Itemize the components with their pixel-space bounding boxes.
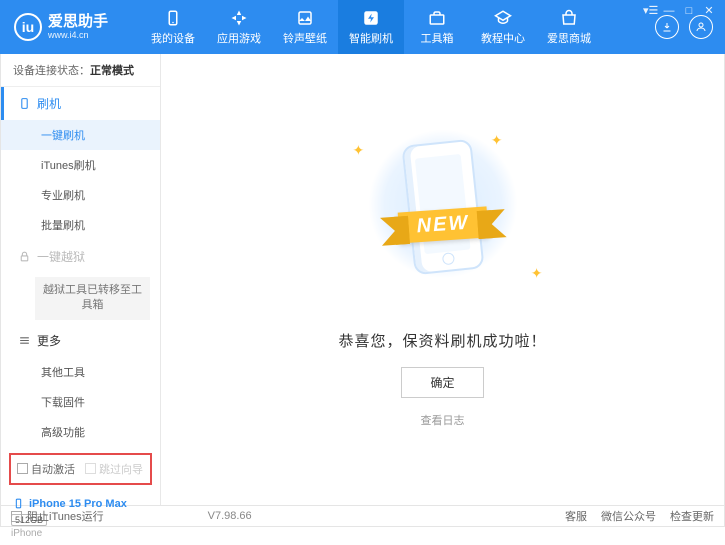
connection-status: 设备连接状态：正常模式	[1, 54, 160, 87]
menu-icon	[17, 333, 31, 347]
close-icon[interactable]: ✕	[703, 6, 715, 18]
logo: iu 爱思助手 www.i4.cn	[0, 13, 140, 41]
lock-icon	[17, 250, 31, 264]
apps-icon	[230, 9, 248, 27]
download-button[interactable]	[655, 15, 679, 39]
jailbreak-moved-notice: 越狱工具已转移至工具箱	[35, 277, 150, 320]
sidebar-item-pro-flash[interactable]: 专业刷机	[1, 180, 160, 210]
shopping-cart-icon[interactable]: ▾☰	[643, 6, 655, 18]
device-type: iPhone	[11, 528, 150, 539]
user-button[interactable]	[689, 15, 713, 39]
app-title: 爱思助手	[48, 14, 108, 29]
sidebar-group-jailbreak: 一键越狱	[1, 240, 160, 273]
sidebar-item-advanced[interactable]: 高级功能	[1, 417, 160, 447]
nav-flash[interactable]: 智能刷机	[338, 0, 404, 54]
device-icon	[164, 9, 182, 27]
toolbox-icon	[428, 9, 446, 27]
ok-button[interactable]: 确定	[401, 367, 483, 398]
skip-guide-checkbox[interactable]: 跳过向导	[85, 461, 143, 477]
nav-tutorials[interactable]: 教程中心	[470, 0, 536, 54]
sidebar-item-itunes-flash[interactable]: iTunes刷机	[1, 150, 160, 180]
top-nav: 我的设备 应用游戏 铃声壁纸 智能刷机 工具箱 教程中心 爱思商城	[140, 0, 602, 54]
block-itunes-checkbox[interactable]: 阻止iTunes运行	[11, 508, 104, 524]
sidebar-group-more[interactable]: 更多	[1, 324, 160, 357]
options-highlight-box: 自动激活 跳过向导	[9, 453, 152, 485]
success-message: 恭喜您，保资料刷机成功啦！	[338, 330, 546, 351]
footer-link-wechat[interactable]: 微信公众号	[601, 508, 656, 524]
sidebar-item-other-tools[interactable]: 其他工具	[1, 357, 160, 387]
nav-apps[interactable]: 应用游戏	[206, 0, 272, 54]
header: iu 爱思助手 www.i4.cn 我的设备 应用游戏 铃声壁纸 智能刷机 工具…	[0, 0, 725, 54]
sidebar-group-flash[interactable]: 刷机	[1, 87, 160, 120]
maximize-icon[interactable]: □	[683, 6, 695, 18]
footer-link-support[interactable]: 客服	[565, 508, 587, 524]
sidebar-item-batch-flash[interactable]: 批量刷机	[1, 210, 160, 240]
nav-my-device[interactable]: 我的设备	[140, 0, 206, 54]
app-subtitle: www.i4.cn	[48, 31, 108, 40]
sidebar-item-oneclick-flash[interactable]: 一键刷机	[1, 120, 160, 150]
nav-store[interactable]: 爱思商城	[536, 0, 602, 54]
new-ribbon: NEW	[397, 207, 488, 244]
graduation-icon	[494, 9, 512, 27]
version-label: V7.98.66	[208, 510, 252, 522]
auto-activate-checkbox[interactable]: 自动激活	[17, 461, 75, 477]
nav-ringtones[interactable]: 铃声壁纸	[272, 0, 338, 54]
main-content: ✦✦✦ NEW 恭喜您，保资料刷机成功啦！ 确定 查看日志	[161, 54, 724, 505]
wallpaper-icon	[296, 9, 314, 27]
nav-toolbox[interactable]: 工具箱	[404, 0, 470, 54]
store-icon	[560, 9, 578, 27]
minimize-icon[interactable]: —	[663, 6, 675, 18]
sidebar-item-download-firmware[interactable]: 下载固件	[1, 387, 160, 417]
flash-icon	[362, 9, 380, 27]
phone-icon	[17, 97, 31, 111]
footer-link-update[interactable]: 检查更新	[670, 508, 714, 524]
view-log-link[interactable]: 查看日志	[421, 412, 465, 428]
logo-icon: iu	[14, 13, 42, 41]
success-illustration: ✦✦✦ NEW	[343, 132, 543, 312]
sidebar: 设备连接状态：正常模式 刷机 一键刷机 iTunes刷机 专业刷机 批量刷机 一…	[1, 54, 161, 505]
